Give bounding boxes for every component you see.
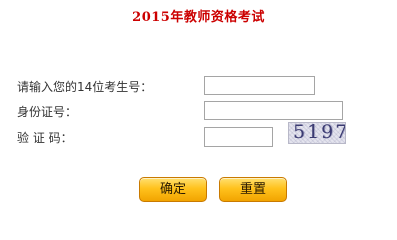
reset-button[interactable]: 重置 bbox=[219, 177, 287, 202]
exam-id-input[interactable] bbox=[204, 76, 315, 95]
captcha-input[interactable] bbox=[204, 127, 273, 147]
id-card-input[interactable] bbox=[204, 101, 343, 120]
id-card-label: 身份证号： bbox=[17, 105, 78, 119]
page-title: 2015年教师资格考试 bbox=[132, 10, 265, 25]
captcha-label: 验 证 码： bbox=[17, 131, 73, 145]
confirm-button[interactable]: 确定 bbox=[139, 177, 207, 202]
exam-id-label: 请输入您的14位考生号： bbox=[17, 80, 153, 94]
captcha-code: 5197 bbox=[293, 122, 346, 143]
captcha-image[interactable]: 5197 bbox=[288, 122, 346, 144]
